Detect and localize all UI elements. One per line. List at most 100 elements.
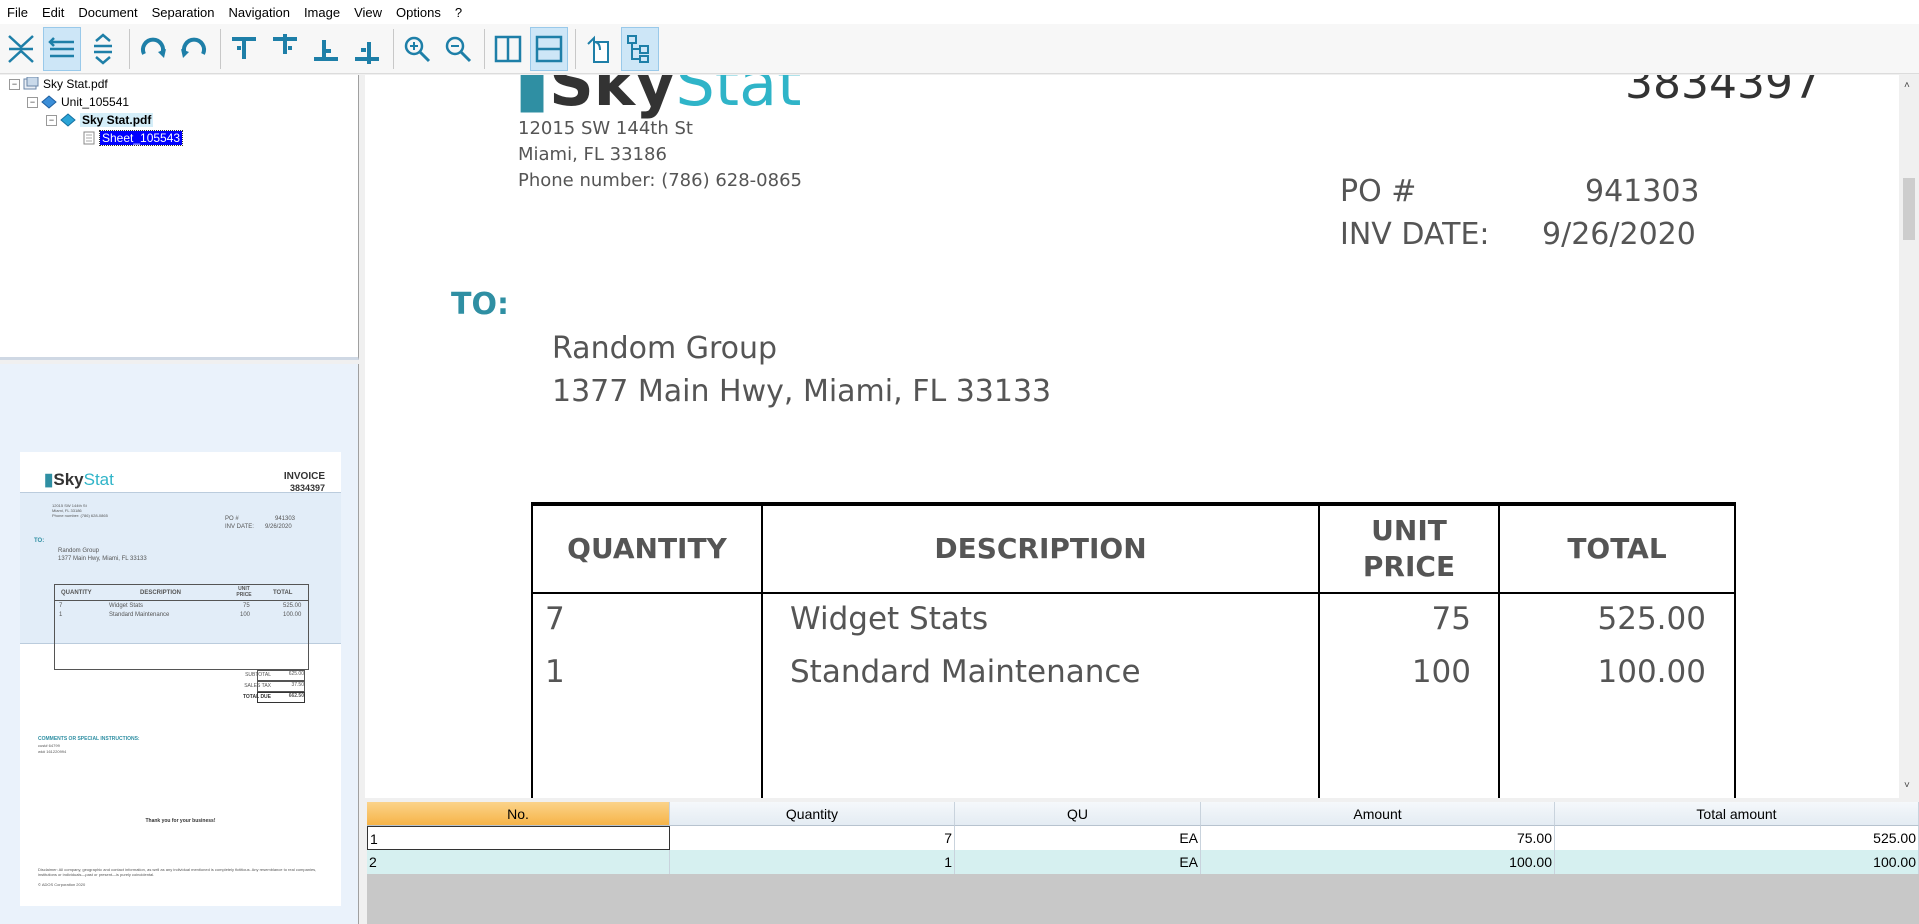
hierarchy-icon — [627, 34, 649, 63]
col-description-header: DESCRIPTION — [763, 506, 1320, 592]
unit-icon — [41, 95, 57, 109]
customer-address: 1377 Main Hwy, Miami, FL 33133 — [552, 374, 1052, 409]
thumb-comments: COMMENTS OR SPECIAL INSTRUCTIONS: — [38, 736, 140, 742]
page-thumbnail[interactable]: ▮SkyStat INVOICE 3834397 12015 SW 144th … — [20, 452, 341, 906]
grid-cell-no-editing[interactable]: 1 — [367, 826, 670, 850]
menu-view[interactable]: View — [347, 5, 389, 20]
collapse-icon[interactable]: − — [27, 96, 38, 108]
insert-below-button[interactable] — [348, 27, 386, 71]
inv-date: 9/26/2020 — [1542, 217, 1696, 252]
grid-cell-quantity[interactable]: 1 — [670, 850, 955, 874]
menu-file[interactable]: File — [0, 5, 35, 20]
tree-label-document: Sky Stat.pdf — [80, 113, 154, 127]
zoom-in-button[interactable] — [398, 27, 436, 71]
menu-options[interactable]: Options — [389, 5, 448, 20]
collapse-icon[interactable]: − — [46, 114, 57, 126]
item-row1-desc: Widget Stats — [790, 601, 989, 637]
rotate-cw-button[interactable] — [134, 27, 172, 71]
grid-cell-no[interactable]: 2 — [367, 850, 670, 874]
toolbar-separator — [129, 28, 130, 69]
menu-navigation[interactable]: Navigation — [222, 5, 297, 20]
header-divider — [533, 592, 1734, 594]
sender-phone: Phone number: (786) 628-0865 — [518, 170, 802, 191]
menu-help[interactable]: ? — [448, 5, 469, 20]
toolbar-separator — [484, 28, 485, 69]
expand-button[interactable] — [84, 27, 122, 71]
thumb-logo: ▮SkyStat — [44, 470, 114, 489]
thumb-r1-t: 525.00 — [283, 603, 302, 609]
grid-cell-amount[interactable]: 100.00 — [1201, 850, 1555, 874]
menu-image[interactable]: Image — [297, 5, 347, 20]
scroll-down-icon[interactable]: ˅ — [1904, 780, 1910, 791]
col-quantity-header: QUANTITY — [533, 506, 763, 592]
thumb-col-qty: QUANTITY — [61, 590, 92, 596]
thumb-c1: cust# 64799 — [38, 743, 60, 748]
menu-document[interactable]: Document — [71, 5, 144, 20]
split-horizontal-button[interactable] — [530, 26, 568, 71]
hierarchy-button[interactable] — [621, 26, 659, 71]
grid-row[interactable]: 1 7 EA 75.00 525.00 — [367, 826, 1919, 850]
col-total-header: TOTAL — [1567, 532, 1667, 565]
grid-cell-total-amount[interactable]: 525.00 — [1555, 826, 1919, 850]
thumb-copyright: © ADOS Corporation 2020 — [38, 882, 86, 887]
zoom-out-icon — [445, 36, 472, 62]
split-vertical-button[interactable] — [489, 27, 527, 71]
thumb-to: TO: — [34, 538, 45, 544]
thumb-date-label: INV DATE: — [225, 524, 254, 530]
grid-cell-qu[interactable]: EA — [955, 850, 1201, 874]
thumb-po: 941303 — [275, 516, 296, 522]
zoom-out-button[interactable] — [439, 27, 477, 71]
scroll-up-icon[interactable]: ˄ — [1904, 80, 1910, 91]
grid-header-quantity[interactable]: Quantity — [670, 802, 955, 826]
document-viewer[interactable]: ▮SkyStat 3834397 12015 SW 144th St Miami… — [365, 75, 1919, 798]
to-label: TO: — [451, 287, 509, 322]
split-button[interactable] — [43, 26, 81, 71]
merge-button[interactable] — [2, 27, 40, 71]
insert-below-icon — [355, 41, 379, 64]
grid-header-no[interactable]: No. — [367, 802, 670, 826]
insert-top-button[interactable] — [225, 27, 263, 71]
item-row2-qty: 1 — [545, 654, 565, 690]
split-vertical-icon — [494, 35, 522, 62]
export-button[interactable] — [580, 27, 618, 71]
thumb-r2-t: 100.00 — [283, 612, 302, 618]
tree-label-unit: Unit_105541 — [61, 95, 130, 109]
inv-date-label: INV DATE: — [1340, 217, 1490, 252]
viewer-scrollbar[interactable]: ˄ ˅ — [1899, 75, 1919, 798]
sender-address-line2: Miami, FL 33186 — [518, 144, 667, 165]
tree-node-root[interactable]: − Sky Stat.pdf — [9, 76, 108, 92]
grid-cell-quantity[interactable]: 7 — [670, 826, 955, 850]
menu-edit[interactable]: Edit — [35, 5, 71, 20]
grid-cell-total-amount[interactable]: 100.00 — [1555, 850, 1919, 874]
rotate-cw-icon — [141, 37, 166, 58]
toolbar — [0, 24, 1919, 74]
pdf-batch-icon — [23, 77, 39, 90]
grid-cell-amount[interactable]: 75.00 — [1201, 826, 1555, 850]
collapse-icon[interactable]: − — [9, 78, 20, 90]
grid-cell-qu[interactable]: EA — [955, 826, 1201, 850]
toolbar-separator — [220, 28, 221, 69]
menu-separation[interactable]: Separation — [145, 5, 222, 20]
merge-icon — [8, 34, 34, 63]
thumb-invoice-label: INVOICE — [283, 471, 325, 482]
tree-node-sheet[interactable]: Sheet_105543 — [82, 130, 184, 146]
line-items-grid: No. Quantity QU Amount Total amount 1 7 … — [367, 802, 1919, 924]
document-icon — [60, 113, 76, 127]
tree-node-document[interactable]: − Sky Stat.pdf — [46, 112, 154, 128]
insert-above-button[interactable] — [266, 27, 304, 71]
po-label: PO # — [1340, 174, 1417, 209]
insert-bottom-button[interactable] — [307, 27, 345, 71]
invoice-logo: ▮SkyStat — [515, 75, 802, 120]
thumb-col-unit: UNIT PRICE — [236, 586, 252, 598]
tree-label-root: Sky Stat.pdf — [43, 77, 108, 91]
scrollbar-thumb[interactable] — [1903, 178, 1915, 240]
grid-header-amount[interactable]: Amount — [1201, 802, 1555, 826]
tree-node-unit[interactable]: − Unit_105541 — [27, 94, 129, 110]
grid-row[interactable]: 2 1 EA 100.00 100.00 — [367, 850, 1919, 874]
grid-header-total-amount[interactable]: Total amount — [1555, 802, 1919, 826]
item-row2-unit: 100 — [1411, 654, 1471, 690]
rotate-ccw-icon — [181, 37, 206, 58]
item-row2-total: 100.00 — [1597, 654, 1706, 690]
rotate-ccw-button[interactable] — [175, 27, 213, 71]
grid-header-qu[interactable]: QU — [955, 802, 1201, 826]
